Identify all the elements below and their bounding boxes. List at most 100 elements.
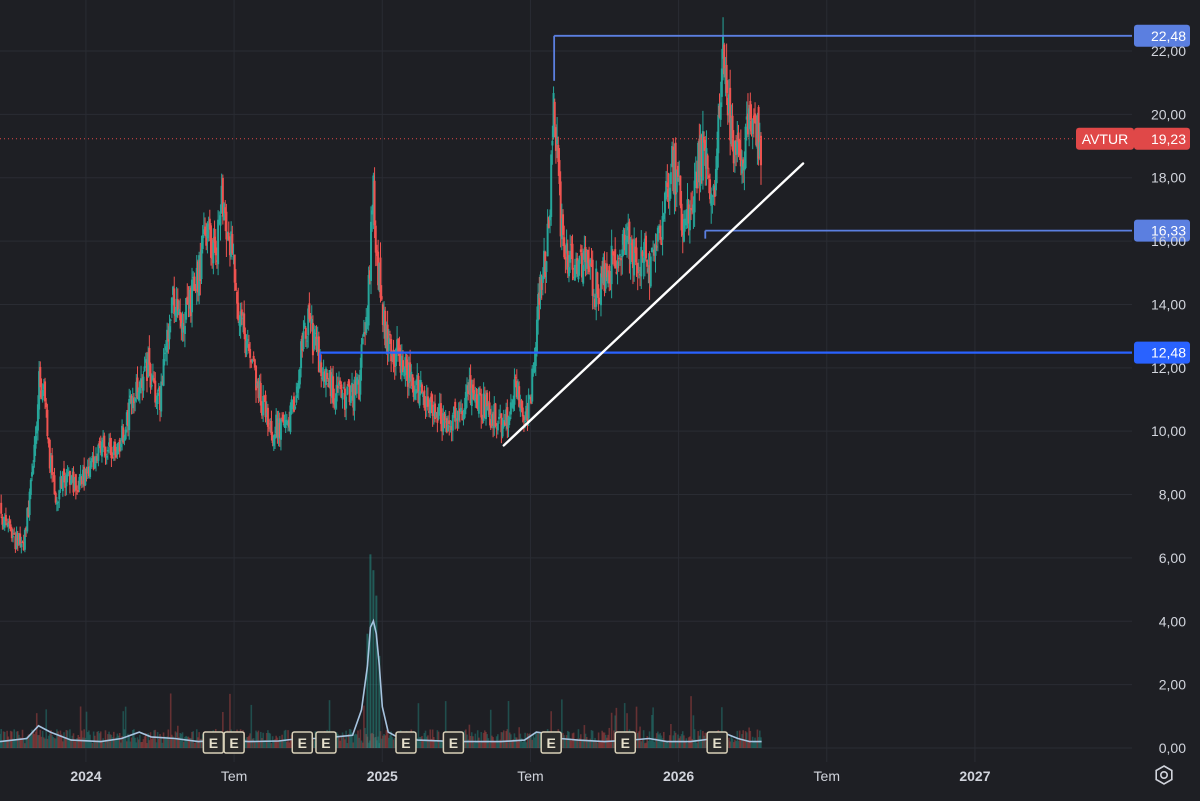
candle-body	[553, 101, 556, 125]
candle-body	[249, 348, 252, 358]
candle-body	[346, 386, 349, 395]
level-label-text: 22,48	[1151, 28, 1186, 44]
earnings-marker-label: E	[547, 735, 556, 751]
candle-body	[142, 376, 145, 391]
candle-body	[480, 394, 483, 418]
chart-canvas[interactable]: 22,4816,3312,48 EEEEEEEEE 0,002,004,006,…	[0, 0, 1200, 796]
candle-body	[380, 296, 383, 300]
symbol-tag-text: AVTUR	[1082, 131, 1128, 147]
candle-body	[200, 249, 203, 280]
candle-body	[76, 493, 79, 495]
candle-body	[546, 223, 549, 257]
y-axis-tick-label: 0,00	[1159, 740, 1186, 756]
grid	[0, 0, 1132, 762]
earnings-marker[interactable]: E	[540, 731, 562, 754]
x-axis-tick-label: 2024	[70, 768, 101, 784]
x-axis-tick-label: Tem	[221, 768, 247, 784]
candle-body	[0, 502, 3, 514]
candle-body	[341, 392, 344, 400]
y-axis-tick-label: 14,00	[1151, 296, 1186, 312]
candle-body	[294, 406, 297, 409]
candle-body	[20, 543, 23, 548]
x-axis-tick-label: 2026	[663, 768, 694, 784]
candle-body	[545, 261, 548, 273]
candle-body	[234, 282, 237, 291]
earnings-marker-label: E	[621, 735, 630, 751]
last-price-text: 19,23	[1151, 131, 1186, 147]
candle-body	[645, 235, 648, 259]
candle-body	[219, 215, 222, 226]
earnings-marker[interactable]: E	[223, 731, 245, 754]
y-axis-tick-label: 6,00	[1159, 550, 1186, 566]
candle-body	[494, 403, 497, 426]
y-axis-tick-label: 10,00	[1151, 423, 1186, 439]
y-axis-tick-label: 2,00	[1159, 677, 1186, 693]
earnings-marker-label: E	[229, 735, 238, 751]
candle-body	[635, 247, 638, 263]
x-axis-tick-label: 2025	[367, 768, 398, 784]
candle-body	[46, 409, 49, 437]
level-label-text: 12,48	[1151, 345, 1186, 361]
earnings-marker[interactable]: E	[395, 731, 417, 754]
price-chart[interactable]: 22,48 16,33 12,48 EEEEEEEEE 0,00 2,00 4,00 6,…	[0, 0, 1200, 796]
candle-body	[345, 396, 348, 409]
candle-body	[51, 455, 54, 475]
y-axis-tick-label: 16,00	[1151, 233, 1186, 249]
candle-body	[361, 338, 364, 345]
x-axis-tick-label: 2027	[959, 768, 990, 784]
earnings-marker-label: E	[209, 735, 218, 751]
candle-body	[759, 135, 762, 166]
volume-spike-bar	[375, 595, 378, 748]
earnings-marker[interactable]: E	[442, 731, 465, 754]
earnings-marker[interactable]: E	[202, 731, 225, 754]
candle-body	[160, 381, 163, 412]
x-axis-tick-label: Tem	[517, 768, 543, 784]
earnings-marker[interactable]: E	[706, 731, 728, 754]
y-axis-tick-label: 12,00	[1151, 360, 1186, 376]
y-axis-tick-label: 20,00	[1151, 106, 1186, 122]
candle-body	[618, 254, 621, 256]
earnings-marker[interactable]: E	[614, 731, 637, 754]
gear-icon	[1155, 765, 1173, 785]
earnings-marker-label: E	[298, 735, 307, 751]
earnings-marker-label: E	[321, 735, 330, 751]
y-axis-tick-label: 18,00	[1151, 170, 1186, 186]
candle-body	[183, 325, 186, 335]
candle-body	[706, 155, 709, 169]
candle-body	[717, 114, 720, 154]
candle-body	[669, 172, 672, 185]
candle-body	[12, 536, 15, 538]
earnings-marker-label: E	[712, 735, 721, 751]
candle-body	[103, 435, 106, 448]
candle-body	[29, 479, 32, 495]
candle-body	[571, 243, 574, 270]
volume-spike-bar	[372, 570, 375, 748]
x-axis-tick-label: Tem	[814, 768, 840, 784]
candle-body	[496, 423, 499, 431]
volume-moving-average	[0, 618, 762, 743]
chart-settings-button[interactable]	[1153, 764, 1175, 786]
candle-body	[169, 319, 172, 321]
horizontal-levels[interactable]: 22,4816,3312,48	[319, 24, 1190, 364]
volume-bar	[760, 737, 762, 748]
earnings-marker-label: E	[449, 735, 458, 751]
candles	[0, 17, 1132, 554]
candle-body	[578, 256, 581, 264]
volume-spike-bar	[369, 554, 372, 748]
candle-body	[217, 219, 220, 265]
volume-pane	[0, 554, 762, 748]
candle-body	[649, 256, 652, 287]
y-axis-tick-label: 4,00	[1159, 613, 1186, 629]
earnings-marker[interactable]: E	[315, 731, 337, 754]
y-axis-tick-label: 22,00	[1151, 43, 1186, 59]
candle-body	[373, 180, 376, 226]
candle-body	[279, 419, 282, 440]
last-price-tag[interactable]: AVTUR 19,23	[1076, 127, 1190, 150]
candle-body	[360, 344, 363, 368]
earnings-marker[interactable]: E	[291, 731, 314, 754]
earnings-marker-label: E	[401, 735, 410, 751]
candle-body	[551, 140, 554, 146]
candle-body	[302, 331, 305, 350]
candle-body	[148, 347, 151, 365]
axes: 0,00 2,00 4,00 6,00 8,00 10,00 12,00 14,00 16,00…	[70, 43, 1190, 784]
